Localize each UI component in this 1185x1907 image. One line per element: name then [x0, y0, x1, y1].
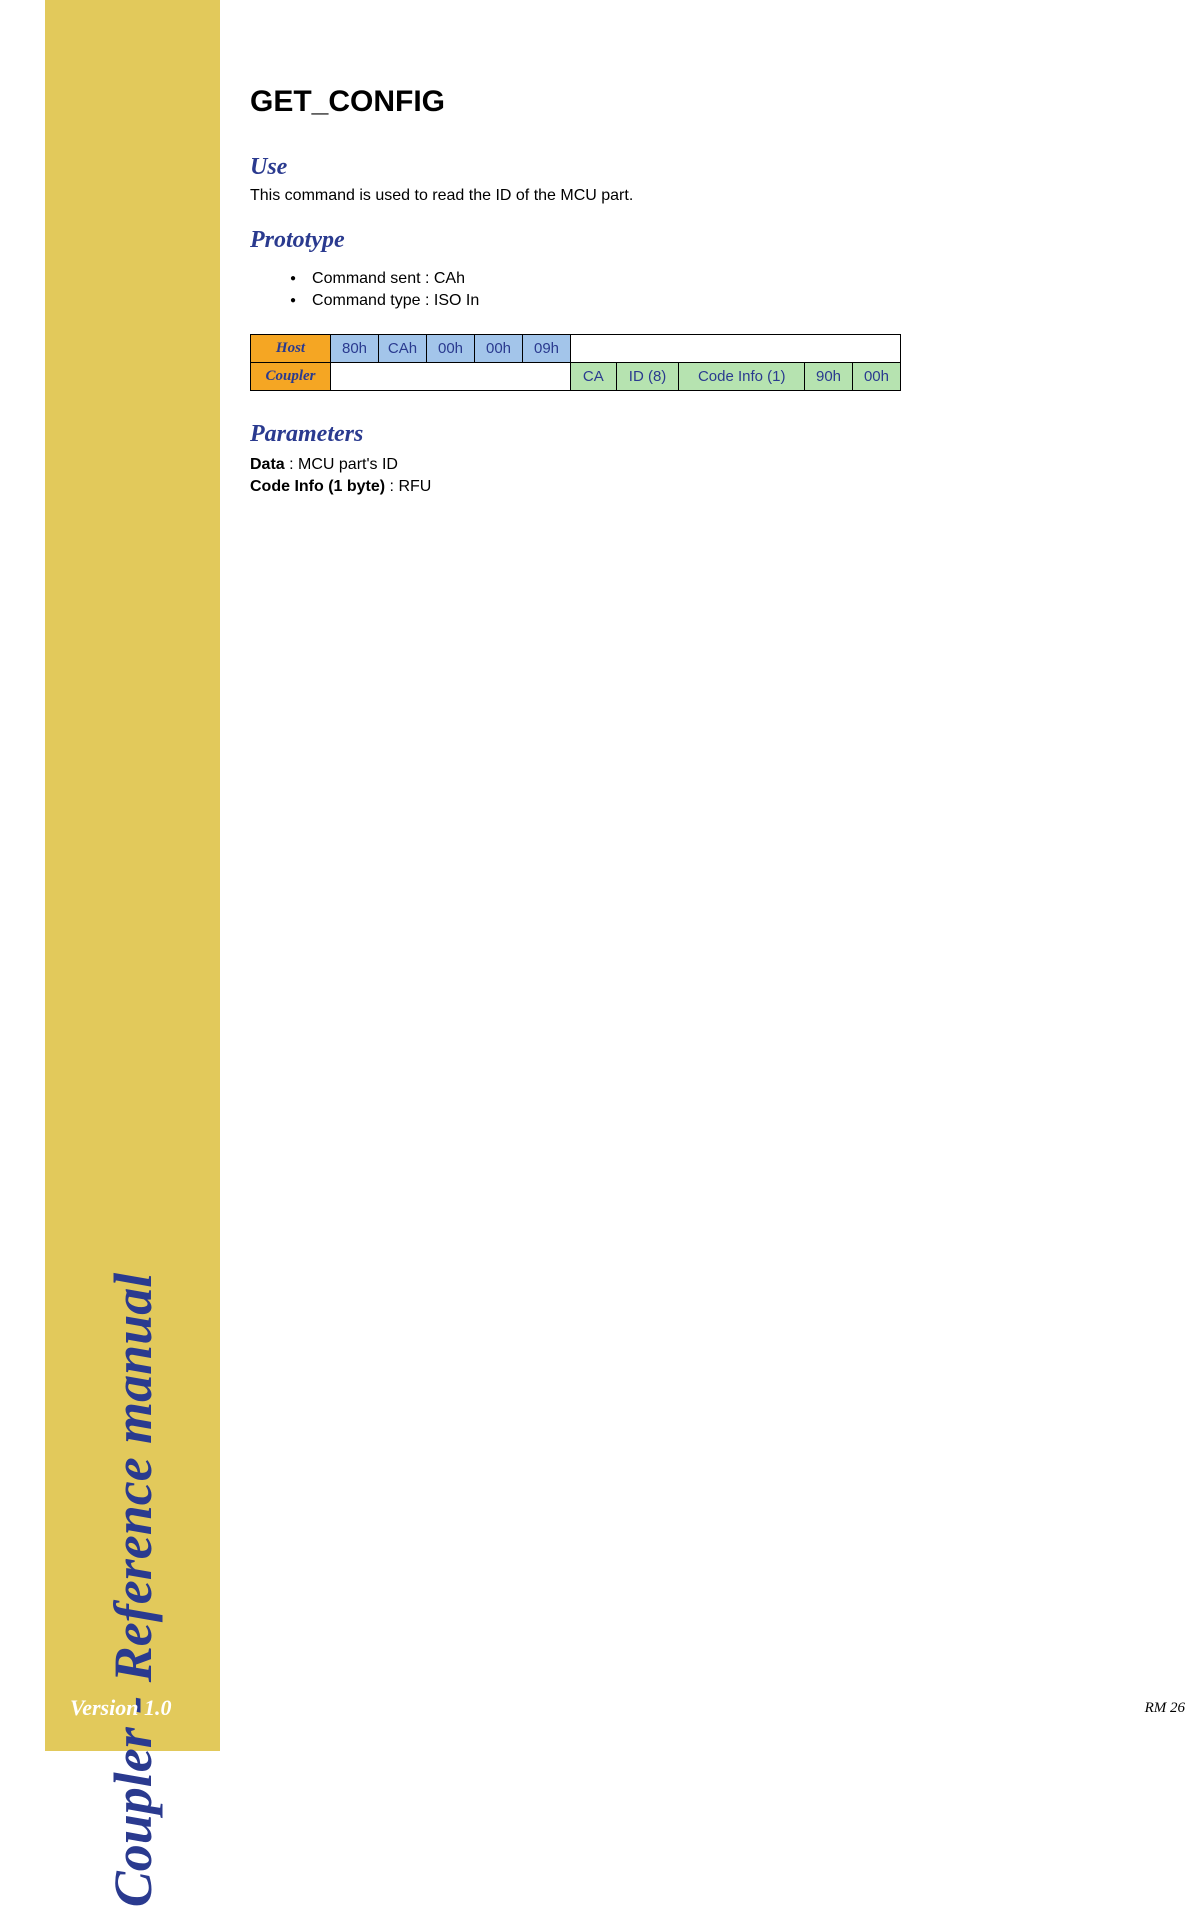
table-row-coupler: Coupler CA ID (8) Code Info (1) 90h 00h — [251, 363, 901, 391]
coupler-cell: 90h — [805, 363, 853, 391]
section-use-heading: Use — [250, 154, 1130, 181]
host-cell: CAh — [379, 335, 427, 363]
sidebar: Coupler - Reference manual Version 1.0 — [45, 0, 220, 1751]
coupler-row-label: Coupler — [251, 363, 331, 391]
use-text: This command is used to read the ID of t… — [250, 187, 1130, 205]
param-code-label: Code Info (1 byte) — [250, 478, 385, 495]
page-footer: RM 26 — [1145, 1700, 1185, 1717]
page-title: GET_CONFIG — [250, 85, 1130, 119]
host-cell: 00h — [427, 335, 475, 363]
prototype-bullets: Command sent : CAh Command type : ISO In — [290, 270, 1130, 310]
content-area: GET_CONFIG Use This command is used to r… — [250, 85, 1130, 497]
param-data-label: Data — [250, 456, 285, 473]
host-cell: 00h — [475, 335, 523, 363]
coupler-cell: ID (8) — [616, 363, 679, 391]
protocol-table: Host 80h CAh 00h 00h 09h Coupler CA ID (… — [250, 334, 901, 391]
coupler-cell: Code Info (1) — [679, 363, 805, 391]
section-prototype-heading: Prototype — [250, 227, 1130, 254]
host-cell: 80h — [331, 335, 379, 363]
param-code-line: Code Info (1 byte) : RFU — [250, 476, 1130, 498]
sidebar-version: Version 1.0 — [70, 1695, 171, 1721]
proto-bullet: Command type : ISO In — [290, 292, 1130, 310]
section-parameters-heading: Parameters — [250, 421, 1130, 448]
sidebar-title: Coupler - Reference manual — [102, 1273, 164, 1907]
host-blank-cell — [571, 335, 901, 363]
coupler-cell: CA — [571, 363, 617, 391]
host-row-label: Host — [251, 335, 331, 363]
param-data-line: Data : MCU part's ID — [250, 454, 1130, 476]
host-cell: 09h — [523, 335, 571, 363]
coupler-cell: 00h — [852, 363, 900, 391]
param-code-value: : RFU — [385, 478, 431, 495]
coupler-blank-cell — [331, 363, 571, 391]
table-row-host: Host 80h CAh 00h 00h 09h — [251, 335, 901, 363]
proto-bullet: Command sent : CAh — [290, 270, 1130, 288]
param-data-value: : MCU part's ID — [285, 456, 398, 473]
